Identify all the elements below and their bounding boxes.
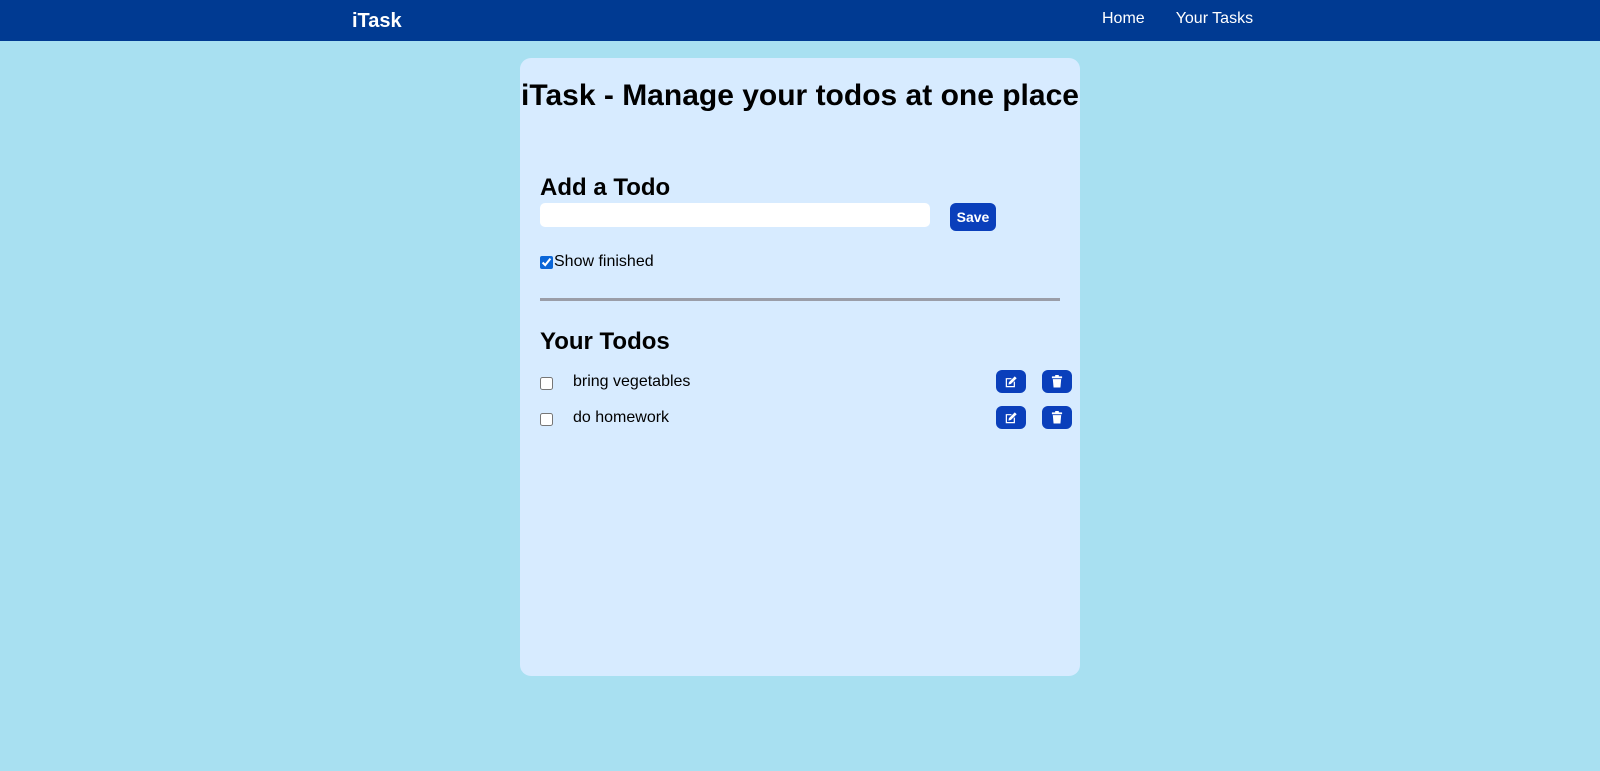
add-todo-heading: Add a Todo	[540, 174, 671, 201]
save-button[interactable]: Save	[950, 203, 996, 231]
todo-checkbox[interactable]	[540, 377, 553, 390]
edit-button[interactable]	[996, 370, 1026, 393]
delete-button[interactable]	[1042, 406, 1072, 429]
todo-item: bring vegetables	[540, 370, 1072, 406]
nav-links: Home Your Tasks	[1102, 9, 1253, 29]
page-title: iTask - Manage your todos at one place	[521, 79, 1079, 112]
nav-link-home[interactable]: Home	[1102, 9, 1145, 29]
your-todos-heading: Your Todos	[540, 328, 670, 355]
todo-item: do homework	[540, 406, 1072, 442]
brand-logo[interactable]: iTask	[352, 9, 402, 33]
todo-text: bring vegetables	[573, 373, 691, 390]
todo-card: iTask - Manage your todos at one place A…	[520, 58, 1080, 676]
trash-icon	[1051, 375, 1063, 388]
edit-icon	[1004, 411, 1018, 425]
todo-checkbox[interactable]	[540, 413, 553, 426]
edit-icon	[1004, 375, 1018, 389]
edit-button[interactable]	[996, 406, 1026, 429]
delete-button[interactable]	[1042, 370, 1072, 393]
show-finished-toggle[interactable]: Show finished	[540, 252, 654, 272]
navbar: iTask Home Your Tasks	[0, 0, 1600, 41]
todo-list: bring vegetables do homework	[540, 370, 1072, 442]
show-finished-label: Show finished	[554, 253, 654, 270]
todo-text: do homework	[573, 409, 670, 426]
todo-input[interactable]	[540, 203, 930, 227]
trash-icon	[1051, 411, 1063, 424]
show-finished-checkbox[interactable]	[540, 255, 553, 269]
nav-link-your-tasks[interactable]: Your Tasks	[1176, 9, 1253, 29]
divider	[540, 298, 1060, 301]
